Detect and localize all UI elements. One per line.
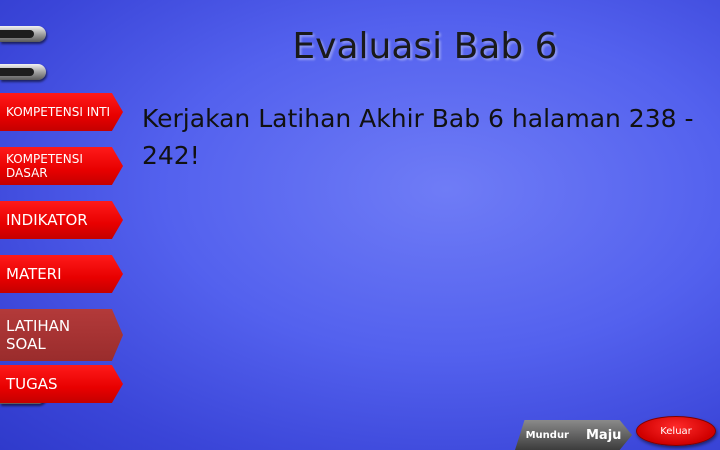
nav-item-label: LATIHAN SOAL xyxy=(6,317,71,353)
slide-body-text: Kerjakan Latihan Akhir Bab 6 halaman 238… xyxy=(142,104,694,170)
back-button[interactable]: Mundur xyxy=(515,420,583,450)
nav-kompetensi-inti[interactable]: KOMPETENSI INTI xyxy=(0,93,123,131)
next-button-label: Maju xyxy=(586,427,622,443)
slide-title: Evaluasi Bab 6 xyxy=(292,26,558,67)
nav-tugas[interactable]: TUGAS xyxy=(0,365,123,403)
nav-item-label: TUGAS xyxy=(6,375,58,393)
exit-button-label: Keluar xyxy=(660,425,692,437)
nav-item-label: KOMPETENSI DASAR xyxy=(6,152,83,180)
nav-item-label: MATERI xyxy=(6,265,62,283)
nav-item-label: KOMPETENSI INTI xyxy=(6,105,111,119)
nav-materi[interactable]: MATERI xyxy=(0,255,123,293)
back-button-label: Mundur xyxy=(525,429,569,441)
nav-indikator[interactable]: INDIKATOR xyxy=(0,201,123,239)
next-button[interactable]: Maju xyxy=(576,420,632,450)
nav-item-label: INDIKATOR xyxy=(6,211,88,229)
exit-button[interactable]: Keluar xyxy=(636,416,716,446)
nav-latihan-soal[interactable]: LATIHAN SOAL xyxy=(0,309,123,361)
nav-kompetensi-dasar[interactable]: KOMPETENSI DASAR xyxy=(0,147,123,185)
